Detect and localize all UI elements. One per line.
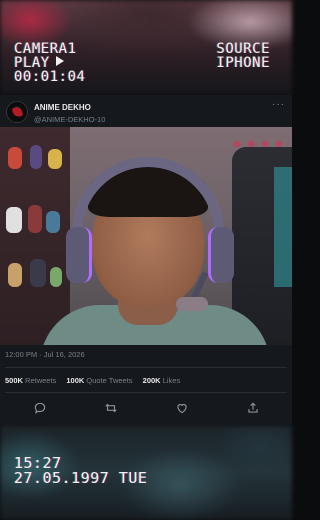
quotes-stat[interactable]: 100K Quote Tweets bbox=[66, 376, 132, 385]
reply-icon[interactable] bbox=[33, 401, 47, 415]
vhs-source-overlay: SOURCE IPHONE bbox=[216, 42, 270, 70]
device-label: IPHONE bbox=[216, 55, 270, 71]
play-icon bbox=[55, 56, 64, 66]
tweet-video[interactable] bbox=[0, 127, 292, 345]
camera-label: CAMERA1 bbox=[14, 41, 77, 57]
headset bbox=[72, 157, 224, 277]
tweet-stats: 500K Retweets 100K Quote Tweets 200K Lik… bbox=[5, 376, 188, 385]
retweets-stat[interactable]: 500K Retweets bbox=[5, 376, 56, 385]
ellipsis-icon[interactable]: ··· bbox=[272, 99, 285, 110]
author-handle[interactable]: @ANIME-DEKHO-10 bbox=[34, 115, 105, 124]
overlay-date: 27.05.1997 TUE bbox=[14, 469, 148, 487]
tweet-header: ANIME DEKHO @ANIME-DEKHO-10 ··· bbox=[0, 95, 292, 127]
tweet-timestamp[interactable]: 12:00 PM · Jul 16, 2026 bbox=[5, 350, 85, 359]
source-label: SOURCE bbox=[216, 41, 270, 57]
timecode: 00:01:04 bbox=[14, 69, 86, 85]
microphone bbox=[176, 297, 208, 311]
like-icon[interactable] bbox=[175, 401, 189, 415]
tweet-actions bbox=[0, 398, 292, 418]
vhs-date-overlay: 15:27 27.05.1997 TUE bbox=[14, 456, 147, 486]
author-name[interactable]: ANIME DEKHO bbox=[34, 103, 91, 112]
avatar[interactable] bbox=[6, 101, 28, 123]
retweet-icon[interactable] bbox=[104, 401, 118, 415]
likes-stat[interactable]: 200K Likes bbox=[143, 376, 181, 385]
play-status: PLAY bbox=[14, 56, 85, 70]
divider bbox=[5, 392, 287, 393]
vhs-camera-overlay: CAMERA1 PLAY 00:01:04 bbox=[14, 42, 85, 84]
share-icon[interactable] bbox=[246, 401, 260, 415]
tweet-card: ANIME DEKHO @ANIME-DEKHO-10 ··· 12:00 PM… bbox=[0, 95, 292, 425]
divider bbox=[5, 367, 287, 368]
figure-shelf bbox=[0, 127, 70, 345]
